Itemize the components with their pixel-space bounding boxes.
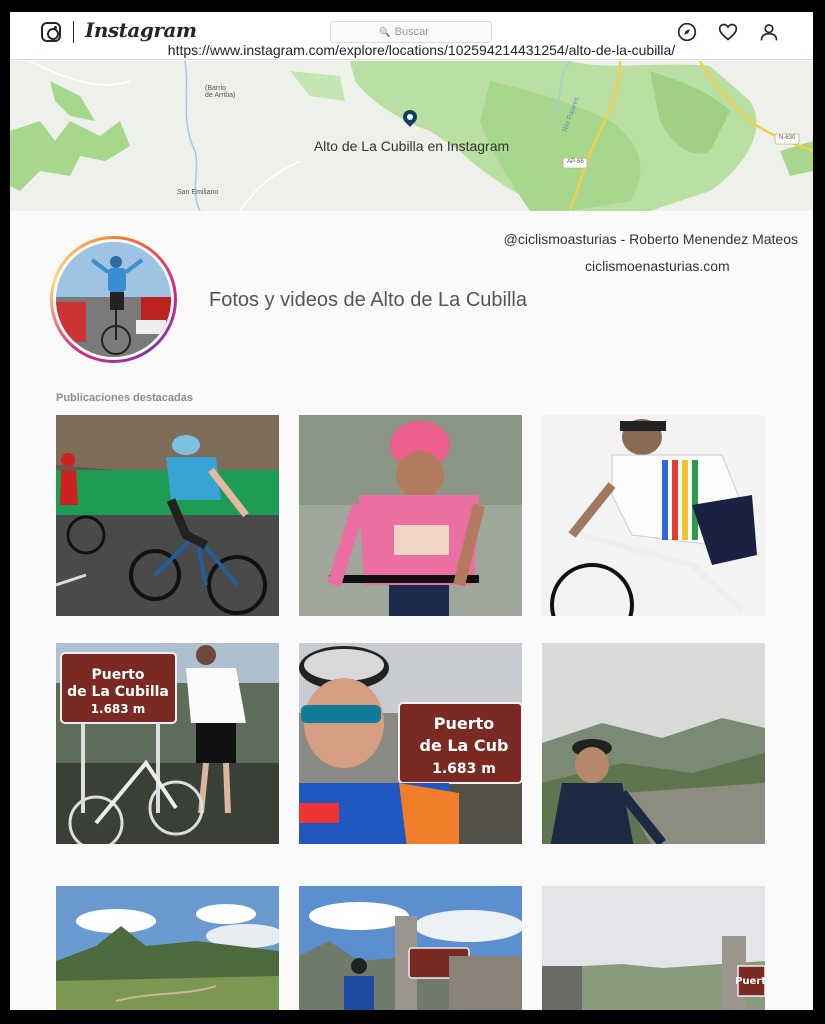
location-avatar-ring	[50, 236, 177, 363]
sign-text: Puerto	[735, 976, 765, 987]
sign-text: de La Cub	[419, 736, 508, 755]
compass-icon[interactable]	[676, 21, 698, 43]
sign-text: Puerto	[92, 667, 145, 683]
instagram-wordmark[interactable]: Instagram	[85, 18, 197, 42]
location-avatar	[56, 242, 171, 357]
post-thumbnail[interactable]	[56, 886, 279, 1010]
post-thumbnail[interactable]: Puerto de La Cubilla 1.683 m	[56, 643, 279, 844]
sign-text: 1.683 m	[91, 702, 146, 716]
post-thumbnail[interactable]	[56, 415, 279, 616]
search-icon: 🔍	[379, 26, 391, 37]
instagram-logo-icon[interactable]	[41, 22, 61, 42]
post-thumbnail[interactable]	[542, 643, 765, 844]
sign-text: 1.683 m	[432, 761, 496, 777]
user-icon[interactable]	[758, 21, 780, 43]
location-map[interactable]: (Barrio de Arriba) San Emiliano Río Paja…	[10, 61, 813, 211]
search-input[interactable]	[394, 26, 443, 38]
post-thumbnail[interactable]	[299, 886, 522, 1010]
map-title: Alto de La Cubilla en Instagram	[313, 138, 510, 154]
search-box[interactable]: 🔍	[330, 21, 492, 43]
map-label-san-emiliano: San Emiliano	[177, 189, 219, 196]
map-label-ap66: AP-66	[567, 159, 584, 165]
post-thumbnail[interactable]	[542, 415, 765, 616]
url-overlay: https://www.instagram.com/explore/locati…	[167, 42, 676, 58]
sign-text: Puerto	[434, 714, 495, 733]
page-title: Fotos y videos de Alto de La Cubilla	[209, 289, 527, 311]
credit-website: ciclismoenasturias.com	[585, 258, 730, 274]
logo-divider	[73, 21, 74, 43]
map-label-barrio: (Barrio de Arriba)	[205, 85, 236, 99]
browser-frame: Instagram 🔍 Buscar (Barrio de Arriba) Sa…	[10, 12, 813, 1010]
heart-icon[interactable]	[717, 21, 739, 43]
featured-posts-label: Publicaciones destacadas	[56, 392, 193, 404]
post-thumbnail[interactable]: Puerto	[542, 886, 765, 1010]
post-thumbnail[interactable]	[299, 415, 522, 616]
post-thumbnail[interactable]: Puerto de La Cub 1.683 m	[299, 643, 522, 844]
sign-text: de La Cubilla	[67, 684, 169, 700]
credit-line: @ciclismoasturias - Roberto Menendez Mat…	[503, 231, 798, 247]
